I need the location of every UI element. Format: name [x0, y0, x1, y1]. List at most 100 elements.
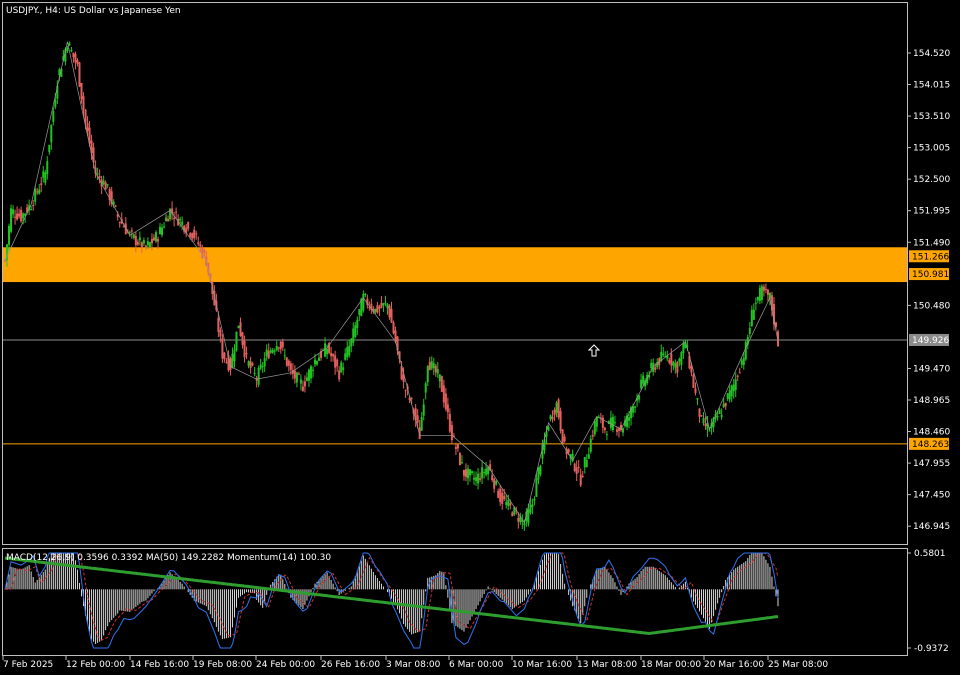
candle-body: [581, 476, 584, 478]
candle-body: [154, 232, 157, 242]
candle-body: [579, 474, 582, 486]
price-tick-label: 151.995: [913, 207, 950, 217]
candle-body: [340, 362, 343, 373]
candle-body: [742, 358, 745, 366]
candle-body: [662, 353, 665, 356]
price-tick-label: 154.015: [913, 81, 950, 91]
candle-body: [239, 322, 242, 336]
candle-body: [195, 233, 198, 235]
candle-body: [557, 399, 560, 418]
candle-body: [434, 365, 437, 373]
candle-body: [314, 359, 317, 365]
candle-body: [738, 372, 741, 374]
candle-body: [144, 245, 147, 248]
candle-body: [68, 42, 71, 46]
candle-body: [466, 468, 469, 479]
candle-body: [22, 213, 25, 219]
candle-body: [150, 238, 153, 244]
candle-body: [716, 416, 719, 418]
candle-body: [132, 234, 135, 238]
candle-body: [138, 237, 141, 241]
candle-body: [511, 512, 514, 517]
candle-body: [261, 366, 264, 368]
candle-body: [54, 99, 57, 108]
candle-body: [672, 361, 675, 366]
candle-body: [146, 241, 149, 246]
candle-body: [44, 172, 47, 183]
candle-body: [456, 444, 459, 449]
candle-body: [223, 352, 226, 360]
candle-body: [533, 498, 536, 501]
candle-body: [535, 478, 538, 497]
trading-chart[interactable]: USDJPY., H4: US Dollar vs Japanese Yen 1…: [0, 0, 960, 675]
candle-body: [410, 398, 413, 400]
candle-body: [428, 362, 431, 371]
candle-body: [235, 331, 238, 351]
candle-body: [384, 302, 387, 304]
candle-body: [420, 417, 423, 431]
price-tick-label: 147.955: [913, 459, 950, 469]
candle-body: [257, 367, 260, 385]
candle-body: [477, 473, 480, 484]
candle-body: [577, 466, 580, 468]
candle-body: [14, 216, 17, 218]
candle-body: [680, 352, 683, 365]
candle-body: [106, 184, 109, 186]
candle-body: [555, 402, 558, 413]
candle-body: [450, 425, 453, 441]
candle-body: [708, 430, 711, 432]
candle-body: [766, 289, 769, 295]
candle-body: [86, 122, 89, 131]
candle-body: [181, 221, 184, 225]
time-tick-label: 6 Mar 00:00: [449, 660, 504, 670]
candle-body: [173, 218, 176, 220]
candle-body: [432, 363, 435, 369]
candle-body: [197, 242, 200, 245]
candle-body: [613, 422, 616, 424]
time-tick-label: 13 Mar 08:00: [577, 660, 637, 670]
candle-body: [20, 209, 23, 222]
candle-body: [436, 369, 439, 374]
candle-body: [493, 478, 496, 489]
candle-body: [374, 308, 377, 313]
candle-body: [495, 480, 498, 485]
candle-body: [140, 242, 143, 248]
candle-body: [225, 361, 228, 363]
candle-body: [404, 390, 407, 392]
candle-body: [376, 305, 379, 313]
time-tick-label: 3 Mar 08:00: [386, 660, 441, 670]
candle-body: [78, 62, 81, 87]
candle-body: [263, 358, 266, 367]
candle-body: [454, 447, 457, 449]
candle-body: [231, 353, 234, 368]
candle-body: [650, 362, 653, 368]
candle-body: [549, 415, 552, 420]
candle-body: [12, 209, 15, 215]
candle-body: [295, 372, 298, 383]
candle-body: [720, 414, 723, 418]
candle-body: [527, 509, 530, 524]
candle-body: [352, 328, 355, 343]
time-tick-label: 25 Mar 08:00: [768, 660, 828, 670]
time-tick-label: 19 Feb 08:00: [193, 660, 252, 670]
candle-body: [217, 317, 220, 332]
candle-body: [634, 406, 637, 408]
candle-body: [668, 360, 671, 363]
candle-body: [603, 427, 606, 431]
candle-body: [752, 309, 755, 320]
candle-body: [696, 398, 699, 400]
level-tag-label: 148.263: [912, 440, 949, 450]
candle-body: [593, 421, 596, 435]
candle-body: [676, 362, 679, 373]
time-tick-label: 26 Feb 16:00: [321, 660, 380, 670]
price-tick-label: 146.945: [913, 522, 950, 532]
time-tick-label: 24 Feb 00:00: [256, 660, 315, 670]
candle-body: [18, 213, 21, 217]
price-tick-label: 153.510: [913, 112, 950, 122]
candle-body: [537, 467, 540, 480]
candle-body: [281, 341, 284, 348]
candle-body: [245, 353, 248, 355]
candle-body: [267, 350, 270, 359]
time-tick-label: 18 Mar 00:00: [641, 660, 701, 670]
candle-body: [46, 161, 49, 175]
